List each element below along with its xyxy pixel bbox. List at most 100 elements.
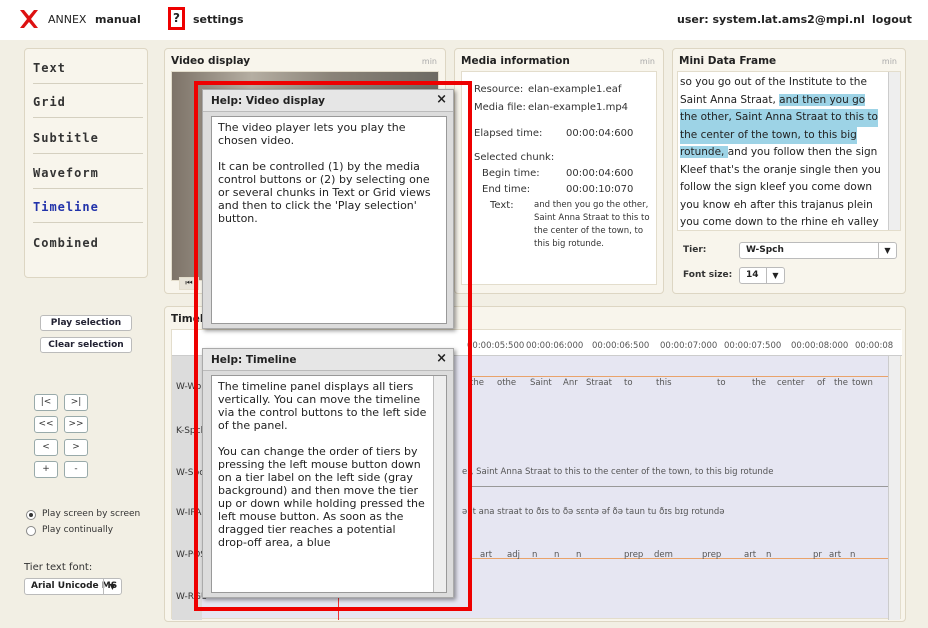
spch-tier-line [468,486,890,487]
help-button[interactable]: ? [168,7,185,30]
resource-value: elan-example1.eaf [528,84,622,95]
word-annotation[interactable]: othe [497,378,516,388]
pos-annotation[interactable]: art [480,550,492,560]
mini-line: you know eh after this trajanus plein [680,198,873,211]
font-size-select[interactable]: 14 ▼ [739,267,785,284]
logout-link[interactable]: logout [872,13,912,26]
play-selection-button[interactable]: Play selection [40,315,132,331]
nav-text[interactable]: Text [33,61,66,75]
begin-label: Begin time: [482,168,540,179]
media-min-button[interactable]: min [640,57,655,66]
nav-divider [33,153,143,154]
tier-font-select[interactable]: Arial Unicode MS ▼ [24,578,122,595]
pos-annotation[interactable]: n [554,550,559,560]
word-tier-line [468,376,890,377]
clear-selection-button[interactable]: Clear selection [40,337,132,353]
pos-annotation[interactable]: pr [813,550,822,560]
text-label: Text: [490,200,514,211]
elapsed-label: Elapsed time: [474,128,543,139]
mini-line: Saint Anna Straat, and then you go [680,92,884,110]
mini-text: Saint Anna Straat, [680,93,780,106]
video-min-button[interactable]: min [422,57,437,66]
manual-link[interactable]: manual [95,13,141,26]
mini-highlight: and then you go [779,93,866,106]
word-annotation[interactable]: to [624,378,633,388]
highlight-annotation-box [194,81,472,611]
mini-text: and you follow then the sign [727,146,878,158]
play-screen-label: Play screen by screen [42,509,141,519]
word-annotation[interactable]: Saint [530,378,552,388]
mini-data-frame-panel: Mini Data Frame min so you go out of the… [672,48,906,294]
tier-label: Tier: [683,245,707,255]
nav-divider [33,188,143,189]
pos-annotation[interactable]: art [744,550,756,560]
word-annotation[interactable]: center [777,378,804,388]
mini-line: rotunde, and you follow then the sign [680,144,884,162]
word-annotation[interactable]: of [817,378,825,388]
zoom-out-button[interactable]: - [64,461,88,478]
ipa-annotation[interactable]: ənt ana straat to ðɪs to ðə sɛntə əf ðə … [462,507,725,517]
pos-annotation[interactable]: dem [654,550,673,560]
play-screen-radio[interactable] [26,510,36,520]
mini-min-button[interactable]: min [882,57,897,66]
media-info-body: Resource: elan-example1.eaf Media file: … [461,71,657,285]
word-annotation[interactable]: Straat [586,378,612,388]
brand-name: ANNEX [48,13,87,26]
tier-select[interactable]: W-Spch ▼ [739,242,897,259]
nav-divider [33,83,143,84]
play-continually-radio[interactable] [26,526,36,536]
go-end-button[interactable]: >| [64,394,88,411]
time-tick: 00:00:08 [855,341,894,351]
time-tick: 00:00:07:000 [660,341,718,351]
pos-annotation[interactable]: n [532,550,537,560]
chunk-text-line: Saint Anna Straat to this to [534,213,650,223]
mini-line: you come down to the rhine eh valley [680,216,879,228]
font-size-value: 14 [746,270,759,280]
chevron-down-icon: ▼ [103,579,121,594]
chevron-down-icon: ▼ [766,268,784,283]
word-annotation[interactable]: to [717,378,726,388]
step-back-button[interactable]: < [34,439,58,456]
pos-annotation[interactable]: adj [507,550,520,560]
pos-annotation[interactable]: n [850,550,855,560]
media-info-title: Media information [461,55,570,67]
nav-grid[interactable]: Grid [33,95,66,109]
chunk-label: Selected chunk: [474,152,555,163]
end-value: 00:00:10:070 [566,184,634,195]
word-annotation[interactable]: the [470,378,484,388]
word-annotation[interactable]: town [852,378,873,388]
mini-highlight: rotunde, [680,146,728,158]
mini-scrollbar[interactable] [888,72,900,230]
mini-line: Kleef that's the oranje single then you [680,163,881,176]
nav-combined[interactable]: Combined [33,236,99,250]
settings-link[interactable]: settings [193,13,244,26]
mini-data-text[interactable]: so you go out of the Institute to the Sa… [677,71,901,231]
pos-annotation[interactable]: n [576,550,581,560]
fast-forward-button[interactable]: >> [64,416,88,433]
go-start-button[interactable]: |< [34,394,58,411]
nav-subtitle[interactable]: Subtitle [33,131,99,145]
media-file-value: elan-example1.mp4 [528,102,629,113]
zoom-in-button[interactable]: + [34,461,58,478]
chevron-down-icon: ▼ [878,243,896,258]
nav-timeline[interactable]: Timeline [33,200,99,214]
font-size-label: Font size: [683,270,733,280]
word-annotation[interactable]: the [834,378,848,388]
pos-annotation[interactable]: prep [702,550,721,560]
nav-waveform[interactable]: Waveform [33,166,99,180]
step-forward-button[interactable]: > [64,439,88,456]
pos-annotation[interactable]: art [829,550,841,560]
chunk-text-line: the center of the town, to [534,226,644,236]
word-annotation[interactable]: the [752,378,766,388]
fast-back-button[interactable]: << [34,416,58,433]
media-file-label: Media file: [474,102,526,113]
tier-value: W-Spch [746,245,784,255]
top-bar: ANNEX manual ? settings user: system.lat… [0,0,928,40]
word-annotation[interactable]: this [656,378,672,388]
spch-annotation[interactable]: er, Saint Anna Straat to this to the cen… [462,467,773,477]
word-annotation[interactable]: Anr [563,378,578,388]
timeline-scrollbar[interactable] [888,356,900,620]
pos-annotation[interactable]: n [766,550,771,560]
elapsed-value: 00:00:04:600 [566,128,634,139]
pos-annotation[interactable]: prep [624,550,643,560]
